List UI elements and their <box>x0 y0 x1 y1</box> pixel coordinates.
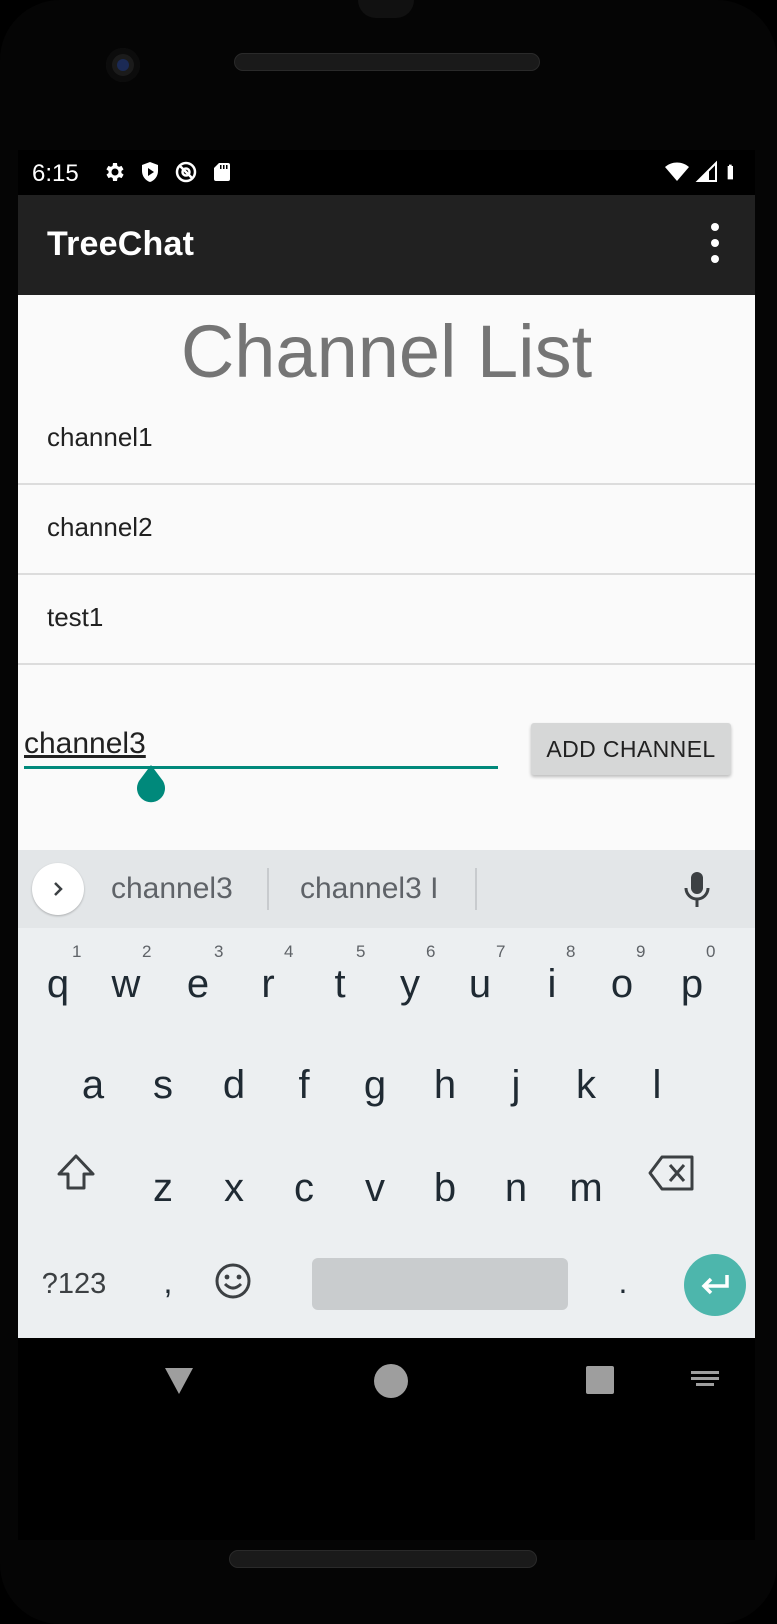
add-channel-button[interactable]: ADD CHANNEL <box>531 723 731 775</box>
channel-list: channel1 channel2 test1 <box>18 395 755 665</box>
text-cursor-handle[interactable] <box>133 765 169 805</box>
backspace-icon[interactable] <box>648 1154 696 1192</box>
home-icon[interactable] <box>374 1364 408 1398</box>
suggestion-bar: channel3 channel3 I <box>18 850 755 928</box>
keyboard-switch-icon[interactable] <box>690 1368 720 1390</box>
wifi-icon <box>665 162 689 181</box>
key-t-hint: 5 <box>356 942 366 961</box>
shift-icon[interactable] <box>55 1151 97 1193</box>
channel-name-input[interactable] <box>24 719 498 769</box>
status-time: 6:15 <box>32 160 79 187</box>
bottom-speaker <box>229 1550 537 1568</box>
key-m[interactable]: m <box>568 1166 604 1211</box>
channel-list-item[interactable]: channel2 <box>18 485 755 575</box>
status-icons-left <box>102 160 234 184</box>
key-n[interactable]: n <box>498 1166 534 1211</box>
key-j[interactable]: j <box>498 1063 534 1108</box>
recents-icon[interactable] <box>586 1366 614 1394</box>
key-z[interactable]: z <box>145 1166 181 1211</box>
key-u[interactable]: u <box>462 962 498 1007</box>
key-u-hint: 7 <box>496 942 506 961</box>
space-bar[interactable] <box>312 1258 568 1310</box>
key-i[interactable]: i <box>534 962 570 1007</box>
channel-list-item[interactable]: test1 <box>18 575 755 665</box>
notch <box>358 0 414 18</box>
key-p-hint: 0 <box>706 942 716 961</box>
key-e[interactable]: e <box>180 962 216 1007</box>
screen: 6:15 TreeChat Channel List channel1 chan… <box>18 150 755 1540</box>
soft-keyboard: channel3 channel3 I q 1 w 2 e 3 r 4 t 5 … <box>18 850 755 1338</box>
battery-icon <box>727 164 733 180</box>
channel-list-item[interactable]: channel1 <box>18 395 755 485</box>
add-channel-row: ADD CHANNEL <box>18 705 755 825</box>
symbols-key[interactable]: ?123 <box>36 1268 112 1301</box>
key-r[interactable]: r <box>250 962 286 1007</box>
key-q[interactable]: q <box>40 962 76 1007</box>
key-b[interactable]: b <box>427 1166 463 1211</box>
key-x[interactable]: x <box>216 1166 252 1211</box>
key-o-hint: 9 <box>636 942 646 961</box>
enter-icon <box>701 1275 729 1295</box>
channel-label: channel1 <box>47 422 153 452</box>
main-content: Channel List channel1 channel2 test1 A <box>18 295 755 850</box>
key-period[interactable]: . <box>605 1264 641 1301</box>
key-r-hint: 4 <box>284 942 294 961</box>
suggestion-divider <box>475 868 477 910</box>
phone-frame: 6:15 TreeChat Channel List channel1 chan… <box>0 0 777 1624</box>
chevron-right-icon <box>54 882 63 896</box>
key-e-hint: 3 <box>214 942 224 961</box>
key-k[interactable]: k <box>568 1063 604 1108</box>
app-bar: TreeChat <box>18 195 755 295</box>
key-i-hint: 8 <box>566 942 576 961</box>
earpiece-speaker <box>234 53 540 71</box>
key-t[interactable]: t <box>322 962 358 1007</box>
status-bar: 6:15 <box>18 150 755 195</box>
input-underline <box>24 766 498 769</box>
at-sign-icon <box>175 161 197 183</box>
page-title: Channel List <box>180 310 593 393</box>
key-f[interactable]: f <box>286 1063 322 1108</box>
key-y-hint: 6 <box>426 942 436 961</box>
shield-play-icon <box>142 162 158 182</box>
signal-icon <box>695 160 717 182</box>
key-q-hint: 1 <box>72 942 82 961</box>
key-comma[interactable]: , <box>150 1264 186 1301</box>
key-v[interactable]: v <box>357 1166 393 1211</box>
suggestion-divider <box>267 868 269 910</box>
key-a[interactable]: a <box>75 1063 111 1108</box>
key-p[interactable]: p <box>674 962 710 1007</box>
suggestion-1[interactable]: channel3 <box>111 872 233 906</box>
enter-key[interactable] <box>684 1254 746 1316</box>
settings-icon <box>106 163 124 181</box>
sd-card-icon <box>214 163 230 181</box>
back-icon[interactable] <box>161 1362 197 1398</box>
key-y[interactable]: y <box>392 962 428 1007</box>
key-h[interactable]: h <box>427 1063 463 1108</box>
key-s[interactable]: s <box>145 1063 181 1108</box>
more-vert-icon[interactable] <box>705 223 725 263</box>
navigation-bar <box>18 1338 755 1426</box>
key-d[interactable]: d <box>216 1063 252 1108</box>
front-camera <box>106 48 140 82</box>
app-title: TreeChat <box>47 225 195 263</box>
key-w-hint: 2 <box>142 942 152 961</box>
emoji-icon[interactable] <box>214 1262 252 1300</box>
expand-toolbar-button[interactable] <box>32 863 84 915</box>
channel-label: channel2 <box>47 512 153 542</box>
microphone-icon[interactable] <box>682 870 712 910</box>
key-w[interactable]: w <box>108 962 144 1007</box>
key-o[interactable]: o <box>604 962 640 1007</box>
suggestion-2[interactable]: channel3 I <box>300 872 438 906</box>
channel-label: test1 <box>47 602 104 632</box>
key-g[interactable]: g <box>357 1063 393 1108</box>
status-icons-right <box>665 160 741 184</box>
key-c[interactable]: c <box>286 1166 322 1211</box>
key-l[interactable]: l <box>639 1063 675 1108</box>
